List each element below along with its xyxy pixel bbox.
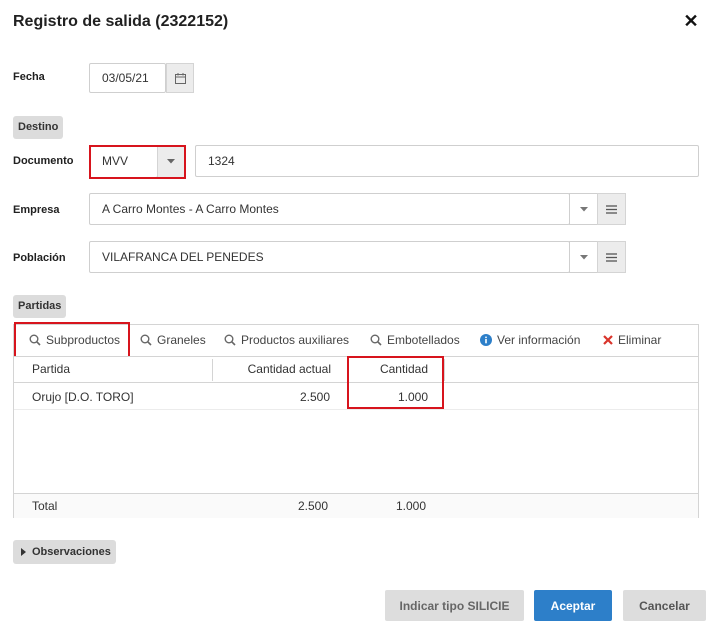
observaciones-label: Observaciones [32,546,111,558]
documento-type-select[interactable]: MVV [89,145,157,178]
fecha-label: Fecha [13,71,45,83]
observaciones-toggle[interactable]: Observaciones [13,540,116,564]
eliminar-button[interactable]: Eliminar [603,333,661,347]
info-icon [480,334,492,346]
destino-section: Destino [13,116,64,139]
caret-down-icon [167,159,175,164]
table-row[interactable]: Orujo [D.O. TORO] 2.500 1.000 [14,383,698,410]
calendar-icon [174,72,186,84]
ver-informacion-label: Ver información [497,333,581,347]
calendar-button[interactable] [166,63,194,93]
eliminar-label: Eliminar [618,333,662,347]
cell-partida: Orujo [D.O. TORO] [32,390,134,404]
documento-number-input[interactable]: 1324 [195,145,699,177]
embotellados-button[interactable]: Embotellados [370,333,460,347]
subproductos-button[interactable]: Subproductos [29,333,120,347]
search-icon [29,334,41,346]
empresa-label: Empresa [13,204,60,216]
poblacion-dropdown[interactable] [569,241,598,273]
column-header-cantidad-actual[interactable]: Cantidad actual [213,357,331,381]
documento-label: Documento [13,155,74,167]
grid-header: Partida Cantidad actual Cantidad [14,357,698,383]
cell-cantidad-actual: 2.500 [299,390,330,404]
poblacion-select[interactable]: VILAFRANCA DEL PENEDES [89,241,570,273]
grid-footer-total: Total 2.500 1.000 [14,493,698,518]
empresa-list-button[interactable] [597,193,626,225]
search-icon [224,334,236,346]
ver-informacion-button[interactable]: Ver información [480,333,580,347]
poblacion-list-button[interactable] [597,241,626,273]
total-cantidad: 1.000 [395,499,426,513]
productos-auxiliares-button[interactable]: Productos auxiliares [224,333,349,347]
delete-x-icon [603,335,613,345]
column-header-partida[interactable]: Partida [32,357,70,381]
caret-down-icon [579,206,588,212]
subproductos-label: Subproductos [46,333,121,347]
search-icon [370,334,382,346]
aceptar-button[interactable]: Aceptar [534,590,612,621]
cell-cantidad[interactable]: 1.000 [349,385,428,409]
fecha-input[interactable]: 03/05/21 [89,63,166,93]
caret-right-icon [21,548,26,556]
graneles-button[interactable]: Graneles [140,333,206,347]
list-icon [606,204,617,214]
partidas-section: Partidas [13,295,67,318]
list-icon [606,252,617,262]
caret-down-icon [579,254,588,260]
total-cantidad-actual: 2.500 [297,499,328,513]
indicar-tipo-silicie-button[interactable]: Indicar tipo SILICIE [385,590,524,621]
documento-type-dropdown[interactable] [157,145,185,178]
column-divider [444,359,445,381]
partidas-grid: Partida Cantidad actual Cantidad Orujo [… [13,356,699,518]
graneles-label: Graneles [157,333,206,347]
embotellados-label: Embotellados [387,333,460,347]
productos-auxiliares-label: Productos auxiliares [241,333,350,347]
close-icon[interactable]: ✕ [682,11,700,31]
dialog-title: Registro de salida (2322152) [13,13,229,30]
column-header-cantidad[interactable]: Cantidad [349,357,428,381]
search-icon [140,334,152,346]
total-label: Total [32,499,58,513]
empresa-select[interactable]: A Carro Montes - A Carro Montes [89,193,570,225]
poblacion-label: Población [13,252,66,264]
cancelar-button[interactable]: Cancelar [623,590,706,621]
empresa-dropdown[interactable] [569,193,598,225]
